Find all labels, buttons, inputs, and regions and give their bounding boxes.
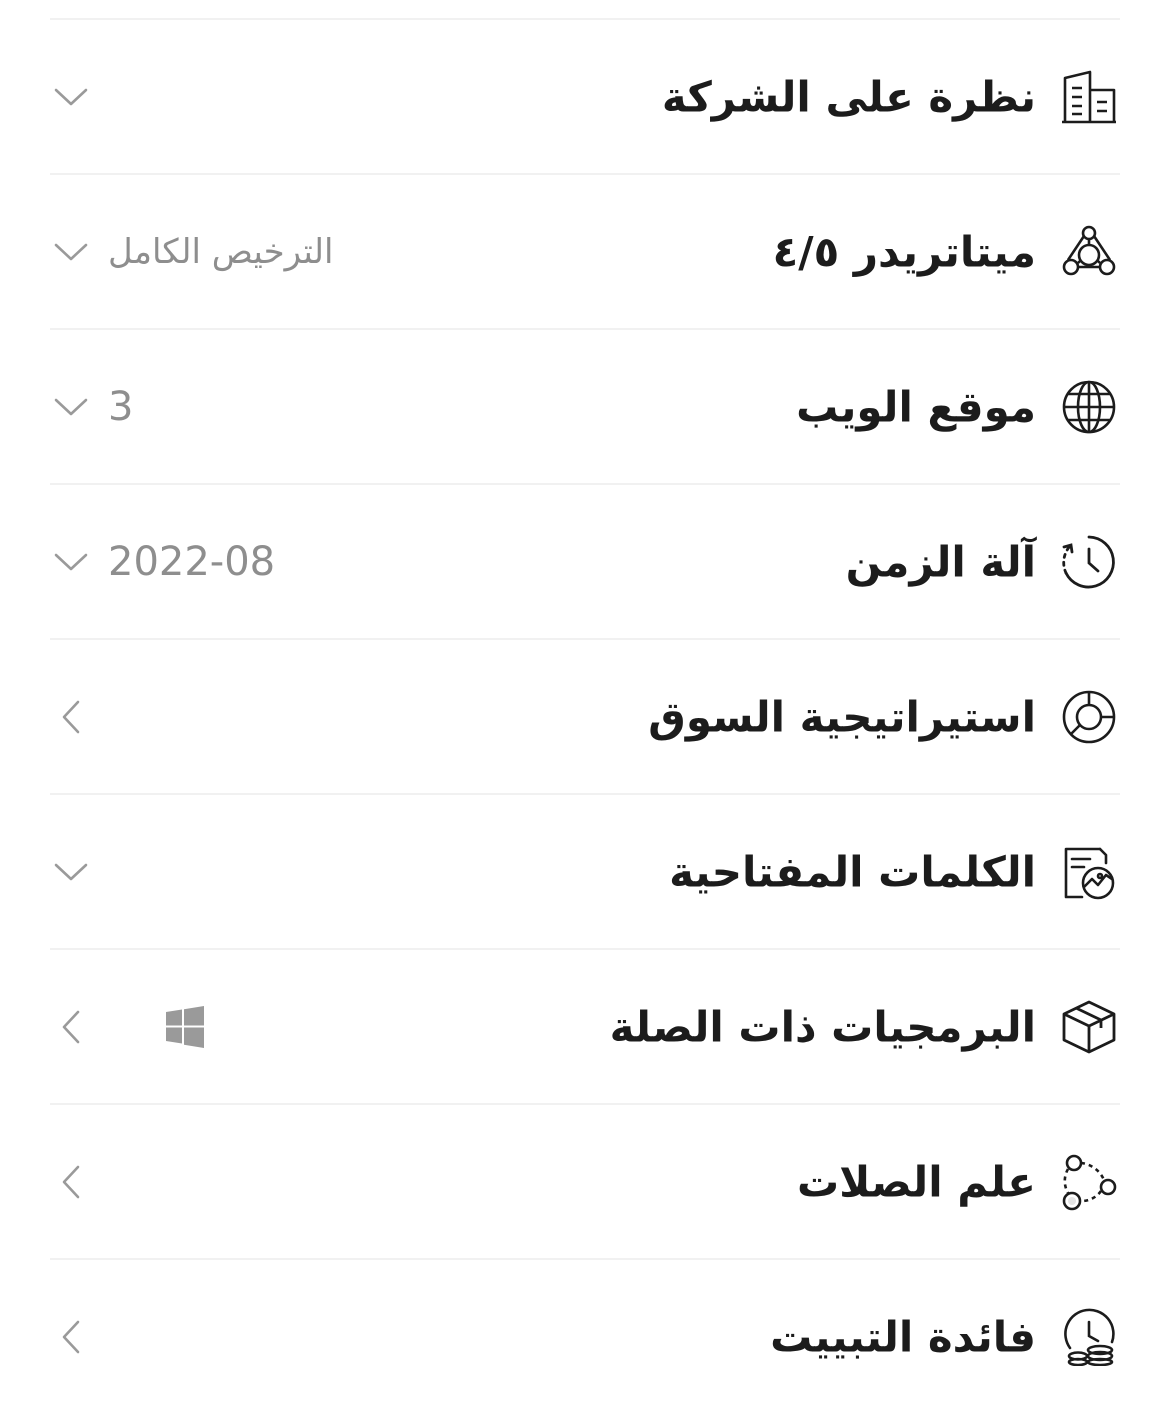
- row-swap-interest[interactable]: فائدة التبييت: [50, 1260, 1120, 1413]
- row-label: البرمجيات ذات الصلة: [609, 1002, 1036, 1051]
- row-label: موقع الويب: [796, 382, 1036, 431]
- row-keywords[interactable]: الكلمات المفتاحية: [50, 795, 1120, 950]
- row-website[interactable]: موقع الويب 3: [50, 330, 1120, 485]
- chevron-left-icon[interactable]: [52, 698, 90, 736]
- row-related-software[interactable]: البرمجيات ذات الصلة: [50, 950, 1120, 1105]
- row-label: علم الصلات: [796, 1157, 1036, 1206]
- row-value: 2022-08: [108, 538, 276, 585]
- chevron-down-icon[interactable]: [52, 543, 90, 581]
- history-clock-icon: [1060, 533, 1118, 591]
- chevron-left-icon[interactable]: [52, 1318, 90, 1356]
- chevron-down-icon[interactable]: [52, 78, 90, 116]
- donut-chart-icon: [1060, 688, 1118, 746]
- chevron-down-icon[interactable]: [52, 853, 90, 891]
- chevron-left-icon[interactable]: [52, 1008, 90, 1046]
- molecule-icon: [1060, 223, 1118, 281]
- row-company-overview[interactable]: نظرة على الشركة: [50, 20, 1120, 175]
- row-connections[interactable]: علم الصلات: [50, 1105, 1120, 1260]
- row-label: ميتاتريدر ٤/٥: [772, 227, 1036, 276]
- row-label: نظرة على الشركة: [661, 72, 1036, 121]
- document-chart-icon: [1060, 843, 1118, 901]
- chevron-down-icon[interactable]: [52, 233, 90, 271]
- row-value: الترخيص الكامل: [108, 231, 334, 272]
- row-metatrader[interactable]: ميتاتريدر ٤/٥ الترخيص الكامل: [50, 175, 1120, 330]
- box-icon: [1060, 998, 1118, 1056]
- globe-icon: [1060, 378, 1118, 436]
- clock-coins-icon: [1060, 1308, 1118, 1366]
- row-label: فائدة التبييت: [770, 1312, 1036, 1361]
- chevron-left-icon[interactable]: [52, 1163, 90, 1201]
- info-list: نظرة على الشركة ميتاتريدر ٤/٥ الترخيص ال…: [50, 18, 1120, 1413]
- row-market-strategy[interactable]: استيراتيجية السوق: [50, 640, 1120, 795]
- connections-icon: [1060, 1153, 1118, 1211]
- row-label: آلة الزمن: [845, 537, 1036, 586]
- building-icon: [1060, 68, 1118, 126]
- row-label: استيراتيجية السوق: [648, 692, 1036, 741]
- row-label: الكلمات المفتاحية: [669, 847, 1036, 896]
- windows-icon: [164, 1005, 206, 1048]
- row-value: 3: [108, 383, 134, 430]
- row-time-machine[interactable]: آلة الزمن 2022-08: [50, 485, 1120, 640]
- chevron-down-icon[interactable]: [52, 388, 90, 426]
